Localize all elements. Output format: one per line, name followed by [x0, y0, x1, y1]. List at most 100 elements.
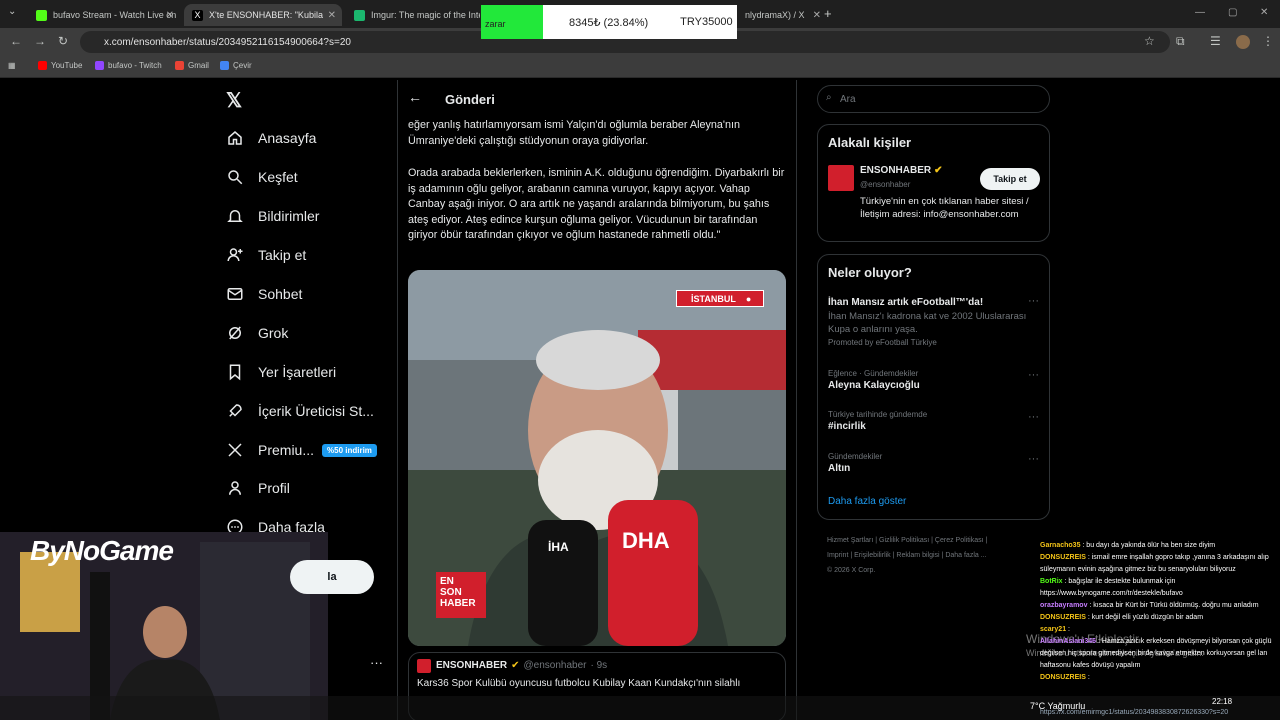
- taskbar: 7°C Yağmurlu 22:18 https://x.com/emirmgc…: [0, 696, 1280, 720]
- ticker-total: TRY35000: [680, 16, 733, 28]
- close-icon[interactable]: ✕: [328, 10, 336, 21]
- post-text-paragraph: eğer yanlış hatırlamıyorsam ismi Yalçın'…: [408, 119, 740, 147]
- bookmarks-bar: ▦ YouTube bufavo - Twitch Gmail Çevir: [0, 56, 1280, 78]
- copyright: © 2026 X Corp.: [827, 567, 876, 574]
- footer-link[interactable]: Gizlilik Politikası: [879, 537, 929, 544]
- extensions-icon[interactable]: ⧉: [1176, 34, 1185, 49]
- status-url: https://x.com/emirmgc1/status/2034983830…: [1040, 709, 1229, 716]
- ticker-status: zarar: [481, 5, 543, 39]
- footer-link[interactable]: Imprint: [827, 552, 848, 559]
- clock[interactable]: 22:18: [1212, 697, 1232, 706]
- iha-mic-label: İHA: [548, 540, 569, 554]
- card-title: Alakalı kişiler: [828, 135, 912, 150]
- verified-icon: ✔: [511, 660, 520, 671]
- bookmark-star-icon[interactable]: ☆: [1144, 34, 1155, 48]
- apps-icon[interactable]: ▦: [8, 61, 16, 70]
- person-add-icon: [227, 248, 243, 262]
- forward-icon[interactable]: →: [34, 34, 46, 48]
- chat-message: orazbayramov : kısaca bir Kürt bir Türkü…: [1040, 602, 1259, 609]
- account-more-icon[interactable]: ···: [370, 655, 383, 670]
- ensonhaber-logo: EN SON HABER: [436, 572, 486, 618]
- sidebar-item-home[interactable]: Anasayfa: [226, 124, 316, 152]
- chat-overlay: Garnacho35 : bu dayı da yakında ölür ha …: [1040, 540, 1280, 684]
- x-icon: X: [192, 9, 203, 21]
- footer-link[interactable]: Erişilebilirlik: [854, 552, 891, 559]
- more-options-icon[interactable]: ···: [1028, 369, 1039, 381]
- close-icon[interactable]: ✕: [813, 10, 821, 21]
- sidebar-item-chat[interactable]: Sohbet: [226, 280, 302, 308]
- donation-ticker: zarar 8345₺ (23.84%) TRY35000: [481, 5, 737, 39]
- reading-list-icon[interactable]: ☰: [1210, 34, 1221, 48]
- kick-icon: [36, 9, 47, 21]
- sidebar-item-grok[interactable]: Grok: [226, 319, 288, 347]
- ticker-amount: 8345₺ (23.84%): [569, 16, 649, 29]
- reload-icon[interactable]: ↻: [58, 34, 68, 48]
- follow-button[interactable]: Takip et: [980, 168, 1040, 190]
- bookmark-twitch[interactable]: bufavo - Twitch: [95, 61, 162, 70]
- sidebar-item-bookmarks[interactable]: Yer İşaretleri: [226, 358, 336, 386]
- quote-text: Kars36 Spor Kulübü oyuncusu futbolcu Kub…: [417, 678, 741, 689]
- footer-link[interactable]: Çerez Politikası: [935, 537, 984, 544]
- quote-time: · 9s: [590, 660, 608, 671]
- trend-item[interactable]: Eğlence · Gündemdekiler Aleyna Kalaycıoğ…: [828, 369, 1028, 391]
- more-options-icon[interactable]: ···: [1028, 295, 1039, 307]
- show-more-link[interactable]: Daha fazla göster: [828, 496, 906, 507]
- close-window-icon[interactable]: ✕: [1260, 7, 1268, 18]
- tab-partial[interactable]: nlydramaX) / X ✕: [737, 4, 827, 26]
- bookmark-gmail[interactable]: Gmail: [175, 61, 209, 70]
- chat-message: DONSUZREIS :: [1040, 674, 1090, 681]
- premium-discount-badge: %50 indirim: [322, 443, 377, 457]
- x-logo[interactable]: 𝕏: [226, 88, 242, 113]
- chat-message: Garnacho35 : bu dayı da yakında ölür ha …: [1040, 542, 1216, 549]
- tab-x-ensonhaber[interactable]: X X'te ENSONHABER: "Kubila ✕: [184, 4, 342, 26]
- related-handle: @ensonhaber: [860, 180, 911, 189]
- back-icon[interactable]: ←: [10, 34, 22, 48]
- sidebar-item-profile[interactable]: Profil: [226, 474, 290, 502]
- footer-links: Hizmet Şartları | Gizlilik Politikası | …: [827, 537, 988, 574]
- footer-link[interactable]: Daha fazla ...: [945, 552, 986, 559]
- footer-link[interactable]: Reklam bilgisi: [896, 552, 939, 559]
- sidebar-item-explore[interactable]: Keşfet: [226, 163, 298, 191]
- divider: [796, 80, 797, 720]
- mail-icon: [227, 288, 243, 300]
- bookmark-translate[interactable]: Çevir: [220, 61, 252, 70]
- tab-imgur[interactable]: Imgur: The magic of the Intern: [346, 4, 480, 26]
- post-text-paragraph: Orada arabada beklerlerken, isminin A.K.…: [408, 167, 785, 241]
- related-people-card: Alakalı kişiler ENSONHABER ✔ @ensonhaber…: [817, 124, 1050, 242]
- location-tag: İSTANBUL ●: [676, 290, 764, 307]
- sidebar-item-notifications[interactable]: Bildirimler: [226, 202, 319, 230]
- trend-item[interactable]: Gündemdekiler Altın: [828, 452, 1028, 474]
- sidebar-item-follow[interactable]: Takip et: [226, 241, 306, 269]
- search-input[interactable]: ⌕ Ara: [817, 85, 1050, 113]
- chat-message: AllahinAslani346 : Hamza azıcık erkeksen…: [1040, 638, 1272, 669]
- post-video[interactable]: İSTANBUL ● İHA DHA EN SON HABER: [408, 270, 786, 646]
- trend-item[interactable]: İhan Mansız artık eFootball™'da! İhan Ma…: [828, 297, 1028, 347]
- home-icon: [228, 131, 242, 145]
- bookmark-icon: [229, 364, 241, 381]
- sidebar-item-premium[interactable]: Premiu... %50 indirim: [226, 436, 377, 464]
- maximize-icon[interactable]: ▢: [1228, 7, 1237, 18]
- person-icon: [229, 481, 241, 495]
- search-icon: ⌕: [826, 92, 832, 103]
- profile-avatar[interactable]: [1236, 35, 1250, 49]
- trend-item[interactable]: Türkiye tarihinde gündemde #incirlik: [828, 410, 1028, 432]
- new-tab-button[interactable]: +: [824, 6, 832, 21]
- tab-search-icon[interactable]: ⌄: [8, 6, 16, 17]
- page-title: Gönderi: [445, 91, 495, 107]
- more-options-icon[interactable]: ···: [1028, 453, 1039, 465]
- verified-icon: ✔: [934, 165, 943, 176]
- more-options-icon[interactable]: ···: [1028, 411, 1039, 423]
- bookmark-youtube[interactable]: YouTube: [38, 61, 82, 70]
- post-button[interactable]: la: [290, 560, 374, 594]
- related-name: ENSONHABER: [860, 165, 932, 176]
- menu-icon[interactable]: ⋮: [1262, 34, 1274, 48]
- tab-bufavo-stream[interactable]: bufavo Stream - Watch Live on ✕: [28, 4, 180, 26]
- sidebar-item-creator-studio[interactable]: İçerik Üreticisi St...: [226, 397, 374, 425]
- avatar: [417, 659, 431, 673]
- close-icon[interactable]: ✕: [166, 10, 174, 21]
- related-bio: Türkiye'nin en çok tıklanan haber sitesi…: [860, 196, 1029, 220]
- footer-link[interactable]: Hizmet Şartları: [827, 537, 873, 544]
- minimize-icon[interactable]: —: [1195, 7, 1205, 18]
- rocket-icon: [229, 404, 242, 417]
- chat-message: DONSUZREIS : kurt değil elli yüzlü düzgü…: [1040, 614, 1204, 621]
